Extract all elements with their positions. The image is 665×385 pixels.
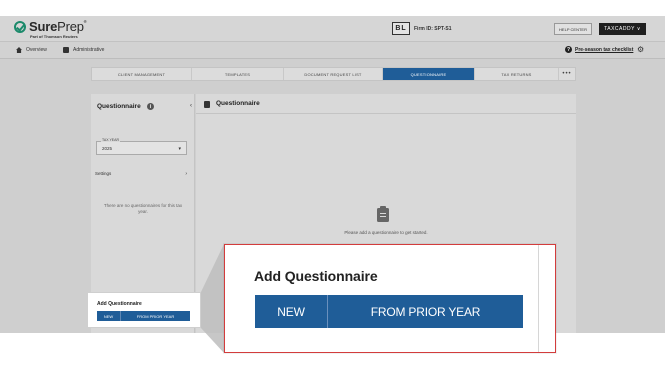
home-icon [16,47,22,53]
tab-client-management[interactable]: CLIENT MANAGEMENT [92,68,192,80]
caret-down-icon: ▾ [178,146,181,152]
nav-overview-label: Overview [26,47,47,53]
left-panel-title: Questionnaire [97,103,141,110]
callout-divider [538,245,539,352]
checklist-label: Pre-season tax checklist [575,46,634,53]
clipboard-icon [377,206,389,222]
tab-templates[interactable]: TEMPLATES [192,68,284,80]
tax-year-caption: TAX YEAR [101,138,120,142]
brand-name: SurePrep® [29,19,87,34]
mini-new-button[interactable]: NEW [97,311,121,321]
gear-icon[interactable]: ⚙ [637,46,644,54]
tab-document-request-list[interactable]: DOCUMENT REQUEST LIST [284,68,383,80]
checklist-link[interactable]: ? Pre-season tax checklist [565,46,633,53]
tax-year-select[interactable]: TAX YEAR 2025 ▾ [96,138,187,155]
settings-row[interactable]: Settings › [95,171,187,177]
taxcaddy-button[interactable]: TAXCADDY ∨ [599,23,646,35]
question-icon: ? [565,46,572,53]
admin-icon [63,47,69,53]
help-center-button[interactable]: HELP CENTER [554,23,592,35]
brand-tagline: Part of Thomson Reuters [30,34,78,39]
info-icon[interactable]: i [147,103,154,110]
mini-title: Add Questionnaire [97,301,142,307]
callout-button-group: NEW FROM PRIOR YEAR [255,295,523,328]
from-prior-year-button[interactable]: FROM PRIOR YEAR [328,295,523,328]
main-empty-message: Please add a questionnaire to get starte… [344,230,428,235]
logo: SurePrep® Part of Thomson Reuters [14,19,87,39]
tab-bar: CLIENT MANAGEMENT TEMPLATES DOCUMENT REQ… [91,67,576,81]
callout-title: Add Questionnaire [254,268,378,284]
settings-label: Settings [95,171,112,176]
top-bar: SurePrep® Part of Thomson Reuters BL Fir… [0,16,665,42]
clipboard-small-icon [204,101,210,108]
mini-prior-year-button[interactable]: FROM PRIOR YEAR [121,311,190,321]
add-questionnaire-callout: Add Questionnaire NEW FROM PRIOR YEAR [224,244,556,353]
collapse-icon[interactable]: ‹ [190,103,192,109]
firm-info: BL Firm ID: SPT-S1 [392,22,452,35]
tax-year-value: 2025 [102,146,113,151]
main-panel-title: Questionnaire [216,100,260,107]
left-empty-message: There are no questionnaires for this tax… [103,203,183,214]
check-circle-icon [14,20,26,33]
tab-more[interactable]: ••• [559,68,575,80]
nav-bar: Overview Administrative ? Pre-season tax… [0,42,665,59]
firm-id: Firm ID: SPT-S1 [414,25,452,32]
tab-questionnaire[interactable]: QUESTIONNAIRE [383,68,475,80]
tab-tax-returns[interactable]: TAX RETURNS [475,68,559,80]
nav-administrative-label: Administrative [73,47,105,53]
main-panel-header: Questionnaire [196,94,576,114]
chevron-right-icon: › [185,171,187,177]
mini-button-group: NEW FROM PRIOR YEAR [97,311,190,321]
firm-badge: BL [392,22,410,35]
nav-overview[interactable]: Overview [16,47,47,53]
new-button[interactable]: NEW [255,295,328,328]
add-questionnaire-mini: Add Questionnaire NEW FROM PRIOR YEAR [87,292,201,328]
nav-administrative[interactable]: Administrative [63,47,104,53]
